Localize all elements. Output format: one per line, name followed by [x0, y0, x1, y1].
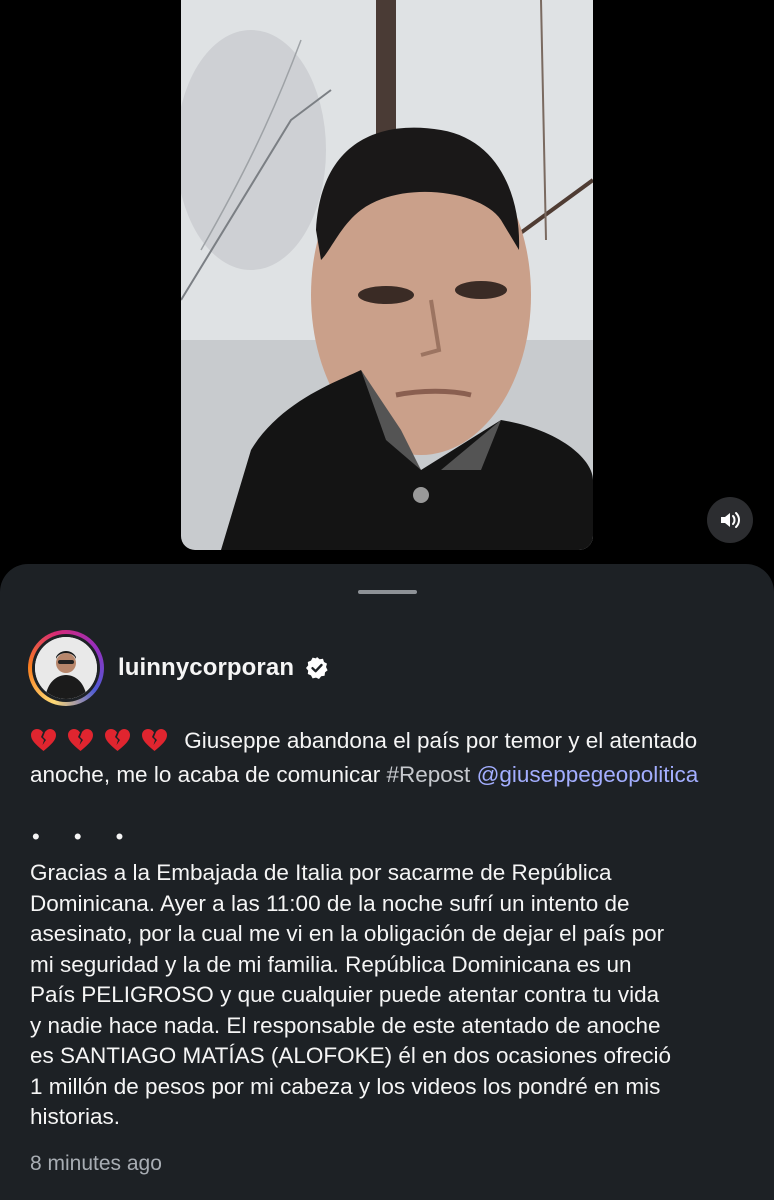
video-frame-image [181, 0, 593, 550]
broken-heart-icon [67, 728, 94, 760]
sheet-grabber[interactable] [358, 590, 417, 594]
body-line: historias. [30, 1104, 121, 1129]
body-line: País PELIGROSO y que cualquier puede ate… [30, 982, 660, 1007]
body-line: asesinato, por la cual me vi en la oblig… [30, 921, 665, 946]
profile-avatar[interactable] [28, 630, 104, 706]
verified-badge-icon [306, 657, 328, 679]
body-line: 1 millón de pesos por mi cabeza y los vi… [30, 1073, 661, 1099]
video-player[interactable] [181, 0, 593, 550]
body-line: Gracias a la Embajada de Italia por saca… [30, 860, 612, 885]
audio-toggle-button[interactable] [707, 497, 753, 543]
body-line: y nadie hace nada. El responsable de est… [30, 1012, 661, 1038]
speaker-icon [721, 512, 740, 528]
broken-heart-icon [141, 728, 168, 760]
body-line: mi seguridad y la de mi familia. Repúbli… [30, 951, 632, 977]
body-line: Dominicana. Ayer a las 11:00 de la noche… [30, 890, 630, 916]
body-line: es SANTIAGO MATÍAS (ALOFOKE) él en dos o… [30, 1043, 672, 1068]
mention-link[interactable]: @giuseppegeopolitica [477, 762, 699, 787]
avatar-photo [35, 637, 97, 699]
caption-sheet: luinnycorporan Giuseppe abandona el país… [0, 564, 774, 1200]
broken-heart-icon [104, 728, 131, 760]
post-body: Gracias a la Embajada de Italia por saca… [30, 858, 750, 1133]
post-caption: Giuseppe abandona el país por temor y el… [30, 726, 750, 790]
broken-heart-icon [30, 728, 57, 760]
hashtag-link[interactable]: #Repost [386, 762, 470, 787]
username[interactable]: luinnycorporan [118, 654, 294, 682]
post-timestamp: 8 minutes ago [30, 1152, 162, 1175]
more-dots: • • • [32, 824, 138, 849]
